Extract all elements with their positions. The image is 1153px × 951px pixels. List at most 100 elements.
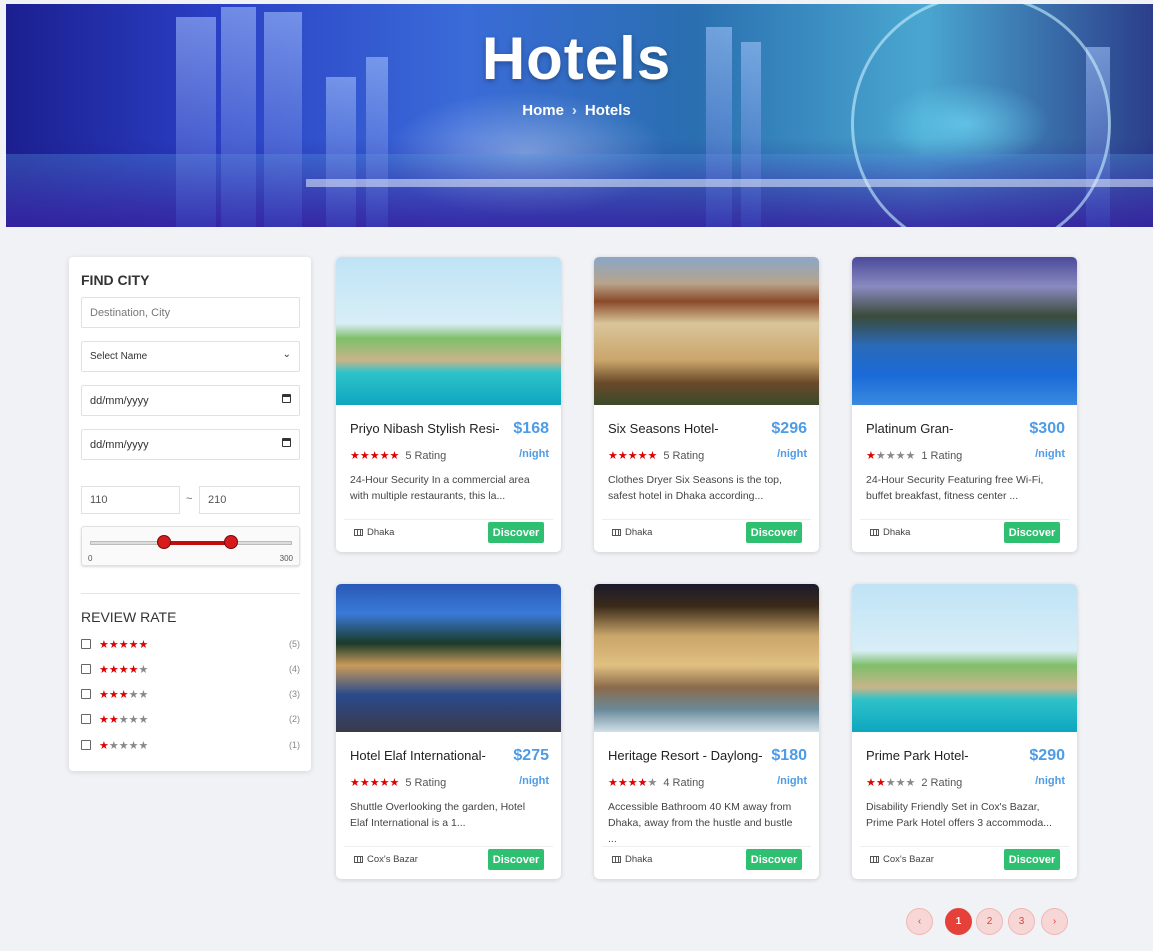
calendar-icon[interactable] <box>282 394 291 403</box>
hotel-name[interactable]: Platinum Gran- <box>866 421 953 436</box>
card-divider <box>860 519 1069 520</box>
slider-track[interactable] <box>90 541 292 545</box>
stars-empty: ★ <box>647 777 658 789</box>
map-icon <box>612 529 621 536</box>
stars-filled: ★★★★ <box>99 663 139 676</box>
card-divider <box>344 519 553 520</box>
select-name-dropdown[interactable]: Select Name ⌄ <box>81 341 300 372</box>
hotel-rating: ★★★★★ 5 Rating <box>608 449 705 463</box>
checkout-date-value: dd/mm/yyyy <box>90 438 149 451</box>
hotel-price: $275 <box>513 747 549 764</box>
stars-filled: ★★★ <box>99 688 129 701</box>
discover-button[interactable]: Discover <box>488 849 544 870</box>
hotel-name[interactable]: Prime Park Hotel- <box>866 748 969 763</box>
pagination-page-2[interactable]: 2 <box>976 908 1003 935</box>
hotel-description: Shuttle Overlooking the garden, Hotel El… <box>350 801 526 829</box>
review-filter-2[interactable]: ★★ ★★★ (2) <box>81 712 300 726</box>
hotel-name[interactable]: Six Seasons Hotel- <box>608 421 719 436</box>
hotel-rating: ★★★★★ 1 Rating <box>866 449 963 463</box>
checkbox[interactable] <box>81 689 91 699</box>
hotel-image[interactable] <box>852 584 1077 732</box>
calendar-icon[interactable] <box>282 438 291 447</box>
hotel-rating: ★★★★★ 4 Rating <box>608 776 704 790</box>
hotel-card[interactable]: Heritage Resort - Daylong- $180 /night ★… <box>594 584 819 879</box>
hotel-price: $180 <box>771 747 807 764</box>
checkin-date-input[interactable]: dd/mm/yyyy <box>81 385 300 416</box>
review-filter-1[interactable]: ★ ★★★★ (1) <box>81 738 300 752</box>
hotel-location: Dhaka <box>612 527 652 538</box>
pagination-page-3[interactable]: 3 <box>1008 908 1035 935</box>
checkbox[interactable] <box>81 664 91 674</box>
hotel-name[interactable]: Hotel Elaf International- <box>350 748 486 763</box>
rating-text: 5 Rating <box>663 449 705 462</box>
stars-filled: ★★ <box>99 713 119 726</box>
select-name-value: Select Name <box>90 351 148 362</box>
breadcrumb-separator: › <box>571 102 577 119</box>
price-unit: /night <box>519 448 549 460</box>
hotel-price: $296 <box>771 420 807 437</box>
pagination-next-button[interactable]: › <box>1041 908 1068 935</box>
stars-empty: ★★★★ <box>875 450 916 462</box>
review-filter-5[interactable]: ★★★★★ (5) <box>81 637 300 651</box>
hotel-location: Dhaka <box>612 854 652 865</box>
slider-range-fill <box>165 541 233 545</box>
rating-text: 1 Rating <box>921 449 963 462</box>
stars-filled: ★★★★ <box>608 777 648 789</box>
slider-handle-max[interactable] <box>224 535 239 549</box>
breadcrumb-home[interactable]: Home <box>522 102 564 119</box>
price-unit: /night <box>777 775 807 787</box>
checkbox[interactable] <box>81 639 91 649</box>
hotel-name[interactable]: Heritage Resort - Daylong- <box>608 748 763 763</box>
hotel-card[interactable]: Platinum Gran- $300 /night ★★★★★ 1 Rating… <box>852 257 1077 552</box>
hotel-card[interactable]: Hotel Elaf International- $275 /night ★★… <box>336 584 561 879</box>
hotel-description: Clothes Dryer Six Seasons is the top, sa… <box>608 474 782 502</box>
discover-button[interactable]: Discover <box>746 522 802 543</box>
review-filter-4[interactable]: ★★★★ ★ (4) <box>81 662 300 676</box>
map-icon <box>354 856 363 863</box>
price-max-input[interactable]: 210 <box>199 486 300 514</box>
pagination-prev-button[interactable]: ‹ <box>906 908 933 935</box>
hotel-image[interactable] <box>594 257 819 405</box>
hotel-location: Dhaka <box>354 527 394 538</box>
hotel-image[interactable] <box>852 257 1077 405</box>
pagination-page-1[interactable]: 1 <box>945 908 972 935</box>
discover-button[interactable]: Discover <box>488 522 544 543</box>
stars-empty: ★ <box>138 663 149 676</box>
price-unit: /night <box>1035 775 1065 787</box>
stars-filled: ★★★★★ <box>350 777 400 789</box>
checkbox[interactable] <box>81 714 91 724</box>
checkout-date-input[interactable]: dd/mm/yyyy <box>81 429 300 460</box>
discover-button[interactable]: Discover <box>1004 849 1060 870</box>
chevron-down-icon: ⌄ <box>282 349 291 360</box>
hotel-image[interactable] <box>336 257 561 405</box>
price-min-input[interactable]: 110 <box>81 486 180 514</box>
stars-empty: ★★★ <box>118 713 149 726</box>
review-count: (3) <box>289 689 300 699</box>
hotel-card[interactable]: Priyo Nibash Stylish Resi- $168 /night ★… <box>336 257 561 552</box>
checkbox[interactable] <box>81 740 91 750</box>
discover-button[interactable]: Discover <box>746 849 802 870</box>
rating-text: 2 Rating <box>921 776 963 789</box>
discover-button[interactable]: Discover <box>1004 522 1060 543</box>
slider-handle-min[interactable] <box>157 535 172 549</box>
stars-filled: ★★ <box>866 777 886 789</box>
price-range-separator: ~ <box>186 493 193 505</box>
hotel-card[interactable]: Six Seasons Hotel- $296 /night ★★★★★ 5 Ra… <box>594 257 819 552</box>
price-unit: /night <box>777 448 807 460</box>
hotel-card[interactable]: Prime Park Hotel- $290 /night ★★★★★ 2 Rat… <box>852 584 1077 879</box>
map-icon <box>612 856 621 863</box>
review-filter-3[interactable]: ★★★ ★★ (3) <box>81 687 300 701</box>
destination-input[interactable]: Destination, City <box>81 297 300 328</box>
hotel-name[interactable]: Priyo Nibash Stylish Resi- <box>350 421 500 436</box>
stars-filled: ★★★★★ <box>350 450 400 462</box>
price-slider[interactable]: 0 300 <box>81 526 300 566</box>
hotel-image[interactable] <box>594 584 819 732</box>
hotel-location: Cox's Bazar <box>870 854 934 865</box>
hotel-rating: ★★★★★ 2 Rating <box>866 776 963 790</box>
stars-filled: ★ <box>99 739 109 752</box>
hotel-image[interactable] <box>336 584 561 732</box>
hotel-location: Cox's Bazar <box>354 854 418 865</box>
map-icon <box>870 529 879 536</box>
price-unit: /night <box>519 775 549 787</box>
review-count: (1) <box>289 740 300 750</box>
